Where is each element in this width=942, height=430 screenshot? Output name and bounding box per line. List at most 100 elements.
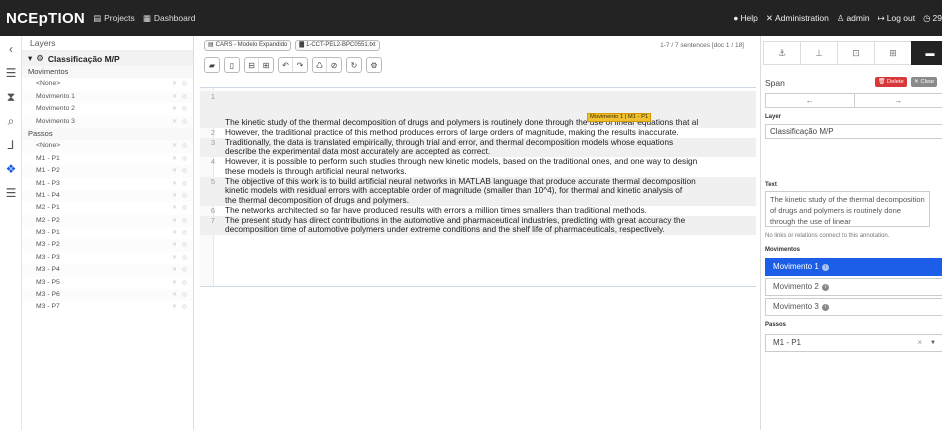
redo-button[interactable]: ↷ xyxy=(293,58,307,72)
document-crumb[interactable]: ▇ 1-CCT-PEL2-BPC0551.txt xyxy=(295,40,380,51)
sentence-row[interactable]: 4 However, it is possible to perform such… xyxy=(200,156,756,176)
feature-item[interactable]: M3 - P5 ✕ ◎ xyxy=(22,277,193,289)
nav-projects[interactable]: ▤ Projects xyxy=(93,13,135,24)
open-document-button[interactable]: ▰ xyxy=(205,58,219,72)
tab-bench[interactable]: ⊥ xyxy=(800,41,837,65)
feature-item[interactable]: M3 - P1 ✕ ◎ xyxy=(22,227,193,239)
eye-icon[interactable]: ◎ xyxy=(182,153,187,165)
hide-icon[interactable]: ✕ xyxy=(172,178,177,190)
movimento-option[interactable]: Movimento 3i xyxy=(765,298,942,316)
eye-icon[interactable]: ◎ xyxy=(182,227,187,239)
sentence-text[interactable]: The networks architected so far have pro… xyxy=(225,205,754,215)
layer-value[interactable]: Classificação M/P xyxy=(765,124,942,139)
hide-icon[interactable]: ✕ xyxy=(172,116,177,128)
eye-icon[interactable]: ◎ xyxy=(182,178,187,190)
tab-grid[interactable]: ⊞ xyxy=(874,41,911,65)
feature-item[interactable]: M1 - P2 ✕ ◎ xyxy=(22,165,193,178)
hide-icon[interactable]: ✕ xyxy=(172,264,177,276)
eye-icon[interactable]: ◎ xyxy=(182,190,187,202)
feature-item[interactable]: <None> ✕ ◎ xyxy=(22,78,193,90)
hide-icon[interactable]: ✕ xyxy=(172,277,177,289)
eye-icon[interactable]: ◎ xyxy=(182,78,187,90)
sentence-text[interactable]: decomposition time of automotive polymer… xyxy=(225,224,754,234)
eye-icon[interactable]: ◎ xyxy=(182,91,187,103)
tree-icon[interactable]: ⅃ xyxy=(4,138,18,152)
feature-item[interactable]: M2 - P1 ✕ ◎ xyxy=(22,202,193,214)
feature-item[interactable]: M1 - P4 ✕ ◎ xyxy=(22,189,193,203)
sentence-text[interactable]: The kinetic study of the thermal decompo… xyxy=(225,117,754,127)
chevron-down-icon[interactable]: ▼ xyxy=(930,335,936,351)
refresh-button[interactable]: ↻ xyxy=(347,58,361,72)
eye-icon[interactable]: ◎ xyxy=(182,202,187,214)
prev-page-button[interactable]: ⊟ xyxy=(245,58,259,72)
finish-button[interactable]: ⊘ xyxy=(327,58,341,72)
sentence-text[interactable]: However, the traditional practice of thi… xyxy=(225,127,754,137)
hide-icon[interactable]: ✕ xyxy=(172,301,177,313)
sentence-text[interactable]: describe the experimental data most accu… xyxy=(225,146,754,156)
feature-item[interactable]: <None> ✕ ◎ xyxy=(22,140,193,153)
document-view[interactable]: 1 The kinetic study of the thermal decomp… xyxy=(200,87,756,287)
hide-icon[interactable]: ✕ xyxy=(172,165,177,177)
project-crumb[interactable]: ▤ CARS - Modelo Expandido xyxy=(204,40,292,51)
feature-item[interactable]: M2 - P2 ✕ ◎ xyxy=(22,214,193,228)
eye-icon[interactable]: ◎ xyxy=(182,264,187,276)
settings-button[interactable]: ⚙ xyxy=(367,58,381,72)
nav-dashboard[interactable]: ▦ Dashboard xyxy=(143,13,196,24)
list-icon[interactable]: ☰ xyxy=(4,66,18,80)
feature-item[interactable]: M3 - P4 ✕ ◎ xyxy=(22,264,193,277)
hide-icon[interactable]: ✕ xyxy=(172,239,177,251)
hide-icon[interactable]: ✕ xyxy=(172,227,177,239)
feature-item[interactable]: M3 - P7 ✕ ◎ xyxy=(22,301,193,313)
recycle-button[interactable]: ♺ xyxy=(313,58,327,72)
next-page-button[interactable]: ⊞ xyxy=(259,58,273,72)
tab-anchor[interactable]: ⚓ xyxy=(763,41,800,65)
eye-icon[interactable]: ◎ xyxy=(182,301,187,313)
help-link[interactable]: ● Help xyxy=(733,13,758,23)
app-brand[interactable]: NCEpTION xyxy=(6,10,85,27)
export-button[interactable]: ▯ xyxy=(225,58,239,72)
hide-icon[interactable]: ✕ xyxy=(172,190,177,202)
administration-link[interactable]: ✕ Administration xyxy=(766,13,829,24)
eye-icon[interactable]: ◎ xyxy=(182,140,187,152)
passos-select[interactable]: M1 - P1 × ▼ xyxy=(765,334,942,352)
movimento-option[interactable]: Movimento 2i xyxy=(765,278,942,296)
eye-icon[interactable]: ◎ xyxy=(182,165,187,177)
feature-item[interactable]: M1 - P1 ✕ ◎ xyxy=(22,153,193,165)
search-icon[interactable]: ⌕ xyxy=(4,114,18,128)
feature-item[interactable]: Movimento 3 ✕ ◎ xyxy=(22,115,193,128)
bracket-icon[interactable]: ‹ xyxy=(4,42,18,56)
delete-button[interactable]: 🗑 Delete xyxy=(875,77,907,87)
hide-icon[interactable]: ✕ xyxy=(172,140,177,152)
menu-icon[interactable]: ☰ xyxy=(4,186,18,200)
tab-split[interactable]: ⊡ xyxy=(837,41,874,65)
sentence-row[interactable]: 5 The objective of this work is to build … xyxy=(200,176,756,206)
hide-icon[interactable]: ✕ xyxy=(172,78,177,90)
feature-item[interactable]: Movimento 2 ✕ ◎ xyxy=(22,103,193,115)
eye-icon[interactable]: ◎ xyxy=(182,116,187,128)
hide-icon[interactable]: ✕ xyxy=(172,289,177,301)
feature-item[interactable]: M1 - P3 ✕ ◎ xyxy=(22,178,193,190)
hide-icon[interactable]: ✕ xyxy=(172,153,177,165)
eye-icon[interactable]: ◎ xyxy=(182,215,187,227)
sentence-row[interactable]: 7 The present study has direct contributi… xyxy=(200,215,756,235)
eye-icon[interactable]: ◎ xyxy=(182,239,187,251)
sentence-row[interactable]: 1 The kinetic study of the thermal decomp… xyxy=(200,91,756,128)
hide-icon[interactable]: ✕ xyxy=(172,91,177,103)
info-icon[interactable]: i xyxy=(821,263,829,271)
hide-icon[interactable]: ✕ xyxy=(172,202,177,214)
settings-badge-icon[interactable]: ❖ xyxy=(4,162,18,176)
hide-icon[interactable]: ✕ xyxy=(172,252,177,264)
logout-link[interactable]: ↦ Log out xyxy=(878,13,916,24)
sentence-row[interactable]: 3 Traditionally, the data is translated e… xyxy=(200,137,756,158)
filter-icon[interactable]: ⧗ xyxy=(4,90,18,104)
layer-toggle[interactable]: ▾ ⚙ Classificação M/P xyxy=(22,51,193,66)
eye-icon[interactable]: ◎ xyxy=(182,252,187,264)
hide-icon[interactable]: ✕ xyxy=(172,215,177,227)
feature-item[interactable]: M3 - P2 ✕ ◎ xyxy=(22,239,193,252)
user-link[interactable]: ♙ admin xyxy=(837,13,870,24)
clear-selection-icon[interactable]: × xyxy=(917,335,922,351)
undo-button[interactable]: ↶ xyxy=(279,58,293,72)
feature-item[interactable]: M3 - P3 ✕ ◎ xyxy=(22,252,193,264)
eye-icon[interactable]: ◎ xyxy=(182,103,187,115)
annotation-label[interactable]: Movimento 1 | M1 - P1 xyxy=(587,113,652,122)
